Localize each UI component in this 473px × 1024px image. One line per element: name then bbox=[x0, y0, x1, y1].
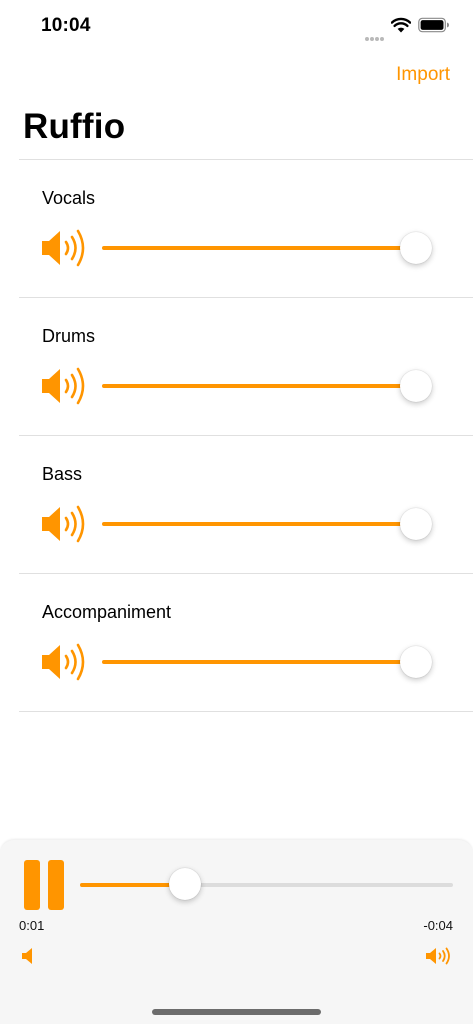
slider-fill bbox=[102, 384, 416, 388]
page-title: Ruffio bbox=[23, 107, 126, 146]
status-time: 10:04 bbox=[41, 15, 91, 36]
track-row: Drums bbox=[0, 298, 473, 436]
pause-icon bbox=[24, 860, 40, 910]
battery-icon bbox=[418, 17, 449, 33]
slider-fill bbox=[102, 522, 416, 526]
speaker-max-icon[interactable] bbox=[425, 946, 453, 966]
status-bar: 10:04 bbox=[0, 0, 473, 52]
elapsed-time: 0:01 bbox=[19, 918, 45, 933]
speaker-min-icon[interactable] bbox=[20, 946, 36, 966]
slider-fill bbox=[102, 246, 416, 250]
track-volume-slider[interactable] bbox=[102, 646, 432, 678]
speaker-loud-icon[interactable] bbox=[40, 642, 94, 682]
remaining-time: -0:04 bbox=[423, 918, 453, 933]
speaker-loud-icon[interactable] bbox=[40, 504, 94, 544]
pause-button[interactable] bbox=[22, 860, 66, 910]
signal-dots-icon bbox=[365, 28, 385, 41]
player-panel: 0:01 -0:04 bbox=[0, 840, 473, 1024]
track-label: Vocals bbox=[42, 188, 96, 208]
track-row: Bass bbox=[0, 436, 473, 574]
track-volume-slider[interactable] bbox=[102, 370, 432, 402]
import-button[interactable]: Import bbox=[396, 64, 450, 86]
speaker-loud-icon[interactable] bbox=[40, 366, 94, 406]
home-indicator bbox=[152, 1009, 321, 1015]
speaker-loud-icon[interactable] bbox=[40, 228, 94, 268]
progress-thumb[interactable] bbox=[169, 868, 201, 900]
track-label: Accompaniment bbox=[42, 602, 172, 622]
screen: 10:04 Import Ruffio Vocals Drums Bass Accom… bbox=[0, 0, 473, 1024]
slider-fill bbox=[102, 660, 416, 664]
slider-thumb[interactable] bbox=[400, 646, 432, 678]
track-row: Accompaniment bbox=[0, 574, 473, 712]
playback-progress-slider[interactable] bbox=[80, 868, 453, 902]
track-volume-slider[interactable] bbox=[102, 232, 432, 264]
track-row: Vocals bbox=[0, 160, 473, 298]
pause-icon bbox=[48, 860, 64, 910]
wifi-icon bbox=[391, 17, 411, 33]
track-volume-slider[interactable] bbox=[102, 508, 432, 540]
track-label: Bass bbox=[42, 464, 83, 484]
slider-thumb[interactable] bbox=[400, 370, 432, 402]
divider bbox=[19, 711, 473, 712]
track-label: Drums bbox=[42, 326, 95, 346]
slider-thumb[interactable] bbox=[400, 508, 432, 540]
slider-thumb[interactable] bbox=[400, 232, 432, 264]
